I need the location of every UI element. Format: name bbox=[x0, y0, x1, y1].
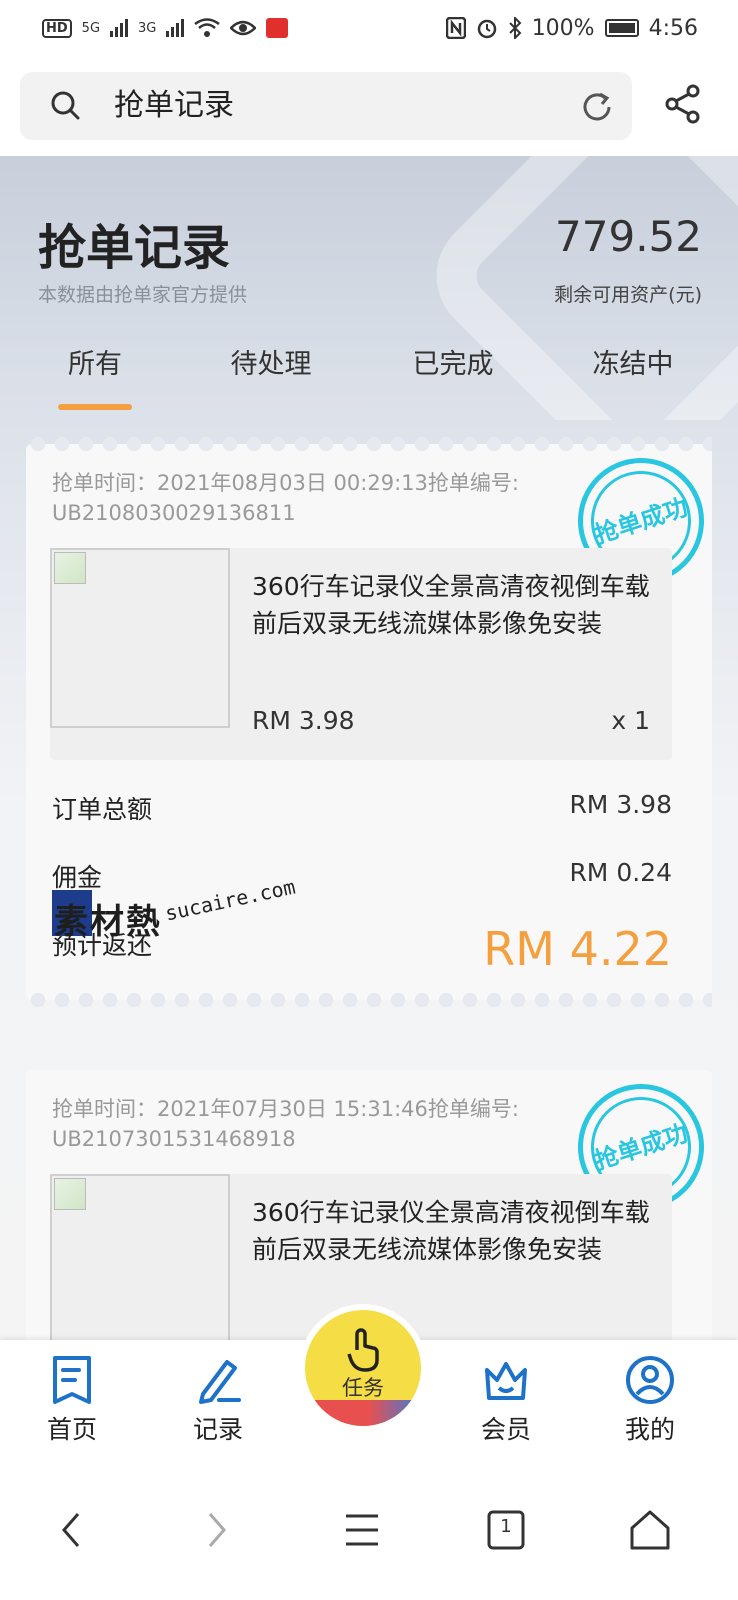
page-subtitle: 本数据由抢单家官方提供 bbox=[38, 284, 248, 306]
nfc-icon bbox=[445, 17, 466, 39]
nav-profile[interactable]: 我的 bbox=[600, 1354, 700, 1446]
edit-pen-icon bbox=[199, 1360, 241, 1404]
commission-value: RM 0.24 bbox=[569, 858, 672, 887]
task-center-button[interactable]: 任务 bbox=[305, 1310, 421, 1426]
app-notification-icon bbox=[266, 18, 289, 38]
home-icon[interactable] bbox=[620, 1500, 680, 1560]
eye-icon bbox=[230, 20, 257, 36]
active-tab-indicator bbox=[58, 404, 132, 410]
browser-nav-bar: 1 bbox=[0, 1470, 738, 1600]
network-5g-label: 5G bbox=[81, 20, 101, 36]
tap-hand-icon bbox=[347, 1328, 379, 1372]
search-row: 抢单记录 bbox=[0, 56, 738, 156]
crown-icon bbox=[485, 1362, 527, 1400]
product-item[interactable]: 360行车记录仪全景高清夜视倒车载前后双录无线流媒体影像免安装 RM 3.98 … bbox=[50, 548, 672, 760]
search-query: 抢单记录 bbox=[114, 88, 234, 123]
search-icon[interactable] bbox=[50, 90, 80, 120]
alarm-icon bbox=[477, 19, 496, 39]
tabs-button[interactable]: 1 bbox=[476, 1500, 536, 1560]
nav-records[interactable]: 记录 bbox=[168, 1354, 268, 1446]
card-edge-top bbox=[26, 436, 712, 452]
status-left: HD 5G 3G bbox=[42, 18, 289, 38]
product-name: 360行车记录仪全景高清夜视倒车载前后双录无线流媒体影像免安装 bbox=[252, 572, 650, 638]
order-total-value: RM 3.98 bbox=[569, 790, 672, 819]
order-time: 抢单时间：2021年08月03日 00:29:13抢单编号: bbox=[52, 471, 519, 495]
status-bar: HD 5G 3G 100% 4:56 bbox=[0, 0, 738, 56]
stamp-text: 抢单成功 bbox=[591, 492, 691, 550]
forward-icon[interactable] bbox=[186, 1500, 246, 1560]
broken-image-icon bbox=[54, 552, 86, 584]
watermark-text: 素材熱 bbox=[54, 902, 162, 942]
status-right: 100% 4:56 bbox=[445, 15, 698, 41]
stamp-text: 抢单成功 bbox=[591, 1118, 691, 1176]
product-quantity: x 1 bbox=[611, 706, 650, 735]
order-total-label: 订单总额 bbox=[52, 795, 153, 824]
search-input[interactable]: 抢单记录 bbox=[20, 72, 632, 140]
page-title: 抢单记录 bbox=[38, 220, 231, 276]
tab-pending[interactable]: 待处理 bbox=[196, 342, 346, 381]
product-image[interactable] bbox=[50, 548, 230, 728]
product-price: RM 3.98 bbox=[252, 706, 355, 735]
nav-home-label: 首页 bbox=[46, 1415, 97, 1444]
balance-value: 779.52 bbox=[555, 212, 702, 261]
product-name: 360行车记录仪全景高清夜视倒车载前后双录无线流媒体影像免安装 bbox=[252, 1198, 650, 1264]
user-profile-icon bbox=[626, 1356, 674, 1404]
nav-member[interactable]: 会员 bbox=[456, 1354, 556, 1446]
battery-icon bbox=[604, 19, 639, 37]
network-3g-label: 3G bbox=[138, 20, 157, 36]
balance-label: 剩余可用资产(元) bbox=[554, 284, 702, 306]
nav-member-label: 会员 bbox=[480, 1415, 531, 1444]
nav-home[interactable]: 首页 bbox=[22, 1354, 122, 1446]
hd-icon: HD bbox=[42, 18, 72, 38]
clock: 4:56 bbox=[648, 15, 698, 41]
battery-percent: 100% bbox=[531, 15, 595, 41]
signal-icon-2 bbox=[166, 19, 185, 37]
refresh-icon[interactable] bbox=[580, 90, 614, 124]
order-time: 抢单时间：2021年07月30日 15:31:46抢单编号: bbox=[52, 1097, 519, 1121]
task-button-stripe bbox=[305, 1400, 421, 1426]
order-meta: 抢单时间：2021年08月03日 00:29:13抢单编号: UB2108030… bbox=[52, 468, 582, 528]
signal-icon bbox=[110, 19, 129, 37]
nav-profile-label: 我的 bbox=[624, 1415, 675, 1444]
product-image[interactable] bbox=[50, 1174, 230, 1354]
bottom-nav: 首页 记录 任务 会员 我的 bbox=[0, 1310, 738, 1470]
refund-value: RM 4.22 bbox=[483, 922, 672, 976]
card-edge-bottom bbox=[26, 992, 712, 1008]
tab-completed[interactable]: 已完成 bbox=[378, 342, 528, 381]
tab-frozen[interactable]: 冻结中 bbox=[558, 342, 708, 381]
order-number: UB2107301531468918 bbox=[52, 1127, 296, 1151]
watermark-url: sucaire.com bbox=[162, 874, 298, 926]
home-doc-icon bbox=[53, 1356, 91, 1404]
back-icon[interactable] bbox=[42, 1500, 102, 1560]
tab-all[interactable]: 所有 bbox=[20, 342, 170, 381]
watermark: 素材熱 sucaire.com bbox=[52, 874, 298, 944]
status-tabs: 所有 待处理 已完成 冻结中 bbox=[0, 336, 738, 420]
nav-records-label: 记录 bbox=[192, 1415, 243, 1444]
broken-image-icon bbox=[54, 1178, 86, 1210]
menu-icon[interactable] bbox=[332, 1500, 392, 1560]
tab-count: 1 bbox=[500, 1516, 512, 1537]
order-meta: 抢单时间：2021年07月30日 15:31:46抢单编号: UB2107301… bbox=[52, 1094, 582, 1154]
task-label: 任务 bbox=[342, 1376, 384, 1400]
share-icon[interactable] bbox=[664, 84, 702, 124]
records-header: 抢单记录 本数据由抢单家官方提供 779.52 剩余可用资产(元) 所有 待处理… bbox=[0, 156, 738, 420]
order-number: UB2108030029136811 bbox=[52, 501, 296, 525]
wifi-icon bbox=[194, 18, 221, 37]
order-total-row: 订单总额 RM 3.98 bbox=[52, 790, 672, 826]
bluetooth-icon bbox=[508, 17, 522, 39]
